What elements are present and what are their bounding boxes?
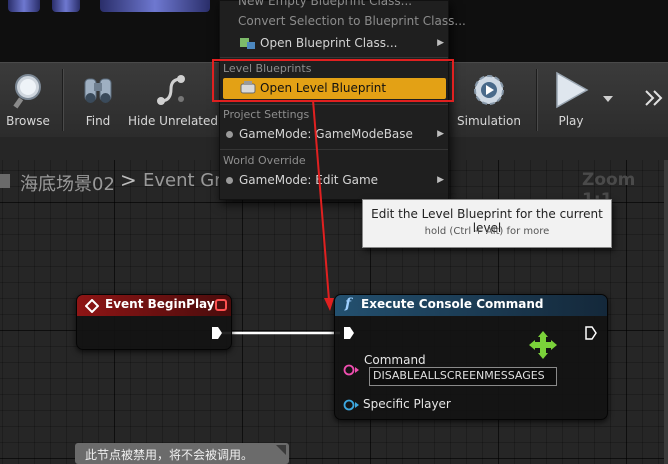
collapse-icon[interactable]	[276, 445, 286, 455]
find-label: Find	[85, 114, 111, 128]
magnifier-icon	[13, 74, 41, 109]
hide-unrelated-label: Hide Unrelated	[128, 114, 219, 128]
exec-out-pin[interactable]	[211, 326, 223, 340]
menu-divider	[220, 104, 448, 105]
bullet-icon	[226, 177, 233, 184]
menu-item-convert-selection[interactable]: Convert Selection to Blueprint Class...	[238, 11, 466, 31]
command-value: DISABLEALLSCREENMESSAGES	[373, 369, 545, 382]
output-delegate-pin[interactable]	[215, 299, 227, 311]
toolbar-divider	[536, 69, 537, 131]
submenu-arrow-icon: ▶	[437, 175, 444, 185]
specific-player-label: Specific Player	[363, 397, 451, 411]
menu-item-new-empty-blueprint[interactable]: New Empty Blueprint Class...	[238, 0, 448, 11]
menu-item-gamemode-edit-game[interactable]: GameMode: Edit Game ▶	[220, 170, 448, 190]
move-arrows-icon	[529, 331, 557, 359]
exec-in-pin[interactable]	[343, 326, 355, 340]
event-diamond-icon	[85, 299, 99, 313]
submenu-arrow-icon: ▶	[437, 129, 444, 139]
node-title: Event BeginPlay	[105, 297, 215, 311]
execute-console-command-node[interactable]: f Execute Console Command Command DISABL…	[334, 294, 608, 420]
exec-out-pin[interactable]	[585, 326, 597, 340]
bullet-icon	[226, 131, 233, 138]
hide-unrelated-icon	[157, 75, 185, 105]
tooltip-sub-text: hold (Ctrl + Alt) for more	[424, 226, 550, 237]
menu-item-label: Open Blueprint Class...	[260, 36, 398, 50]
menu-section-project-settings: Project Settings	[223, 108, 310, 121]
command-input[interactable]: DISABLEALLSCREENMESSAGES	[369, 367, 557, 386]
asset-thumbnail[interactable]	[8, 0, 40, 12]
menu-divider	[220, 149, 448, 150]
breadcrumb-separator: >	[120, 168, 137, 192]
command-pin-label: Command	[364, 353, 426, 367]
simulation-gear-icon	[474, 75, 504, 105]
find-button[interactable]: Find	[72, 63, 124, 137]
play-icon	[556, 71, 589, 109]
disabled-note-text: 此节点被禁用，将不会被调用。	[85, 448, 254, 462]
toolbar-divider	[62, 69, 63, 131]
binoculars-icon	[84, 78, 112, 103]
asset-thumbnail[interactable]	[52, 0, 80, 12]
menu-item-open-blueprint-class[interactable]: Open Blueprint Class... ▶	[220, 33, 448, 53]
node-title: Execute Console Command	[361, 297, 544, 311]
tooltip: Edit the Level Blueprint for the current…	[362, 199, 612, 248]
submenu-arrow-icon: ▶	[437, 38, 444, 48]
disabled-node-comment[interactable]: 此节点被禁用，将不会被调用。	[75, 443, 289, 464]
string-pin-icon[interactable]	[343, 364, 359, 376]
double-chevron-right-icon[interactable]	[644, 89, 664, 107]
hide-unrelated-button[interactable]: Hide Unrelated	[128, 63, 219, 137]
menu-item-label: GameMode: GameModeBase	[239, 127, 413, 141]
menu-section-world-override: World Override	[223, 154, 306, 167]
simulation-button[interactable]: Simulation	[454, 63, 524, 137]
browse-label: Browse	[6, 114, 50, 128]
function-icon: f	[345, 296, 352, 312]
play-button[interactable]: Play	[542, 63, 600, 137]
browse-button[interactable]: Browse	[0, 63, 56, 137]
breadcrumb-level[interactable]: 海底场景02	[20, 170, 115, 196]
blueprint-class-icon	[240, 38, 255, 49]
asset-thumbnail[interactable]	[100, 0, 210, 12]
menu-item-gamemode-base[interactable]: GameMode: GameModeBase ▶	[220, 124, 448, 144]
annotation-highlight-box	[212, 59, 454, 102]
object-pin-icon[interactable]	[343, 399, 359, 411]
menu-divider	[220, 57, 448, 58]
menu-item-label: GameMode: Edit Game	[239, 173, 379, 187]
play-label: Play	[558, 114, 584, 128]
level-icon	[0, 174, 10, 188]
event-beginplay-node[interactable]: Event BeginPlay	[76, 294, 232, 350]
simulation-label: Simulation	[457, 114, 521, 128]
play-options-dropdown-icon[interactable]	[603, 96, 613, 102]
